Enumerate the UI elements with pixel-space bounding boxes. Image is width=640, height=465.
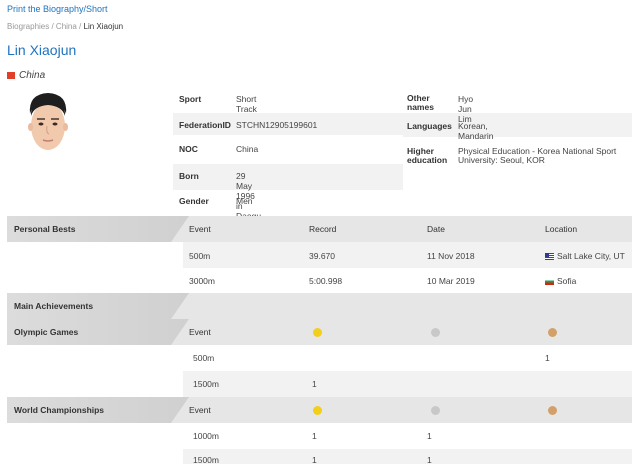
noc-label: NOC	[179, 144, 198, 154]
other-names-value: Hyo Jun Lim	[458, 94, 474, 124]
federation-value: STCHN12905199601	[236, 120, 318, 130]
world-championships-header: World Championships Event	[7, 397, 632, 423]
sport-label: Sport	[179, 94, 202, 104]
pb-location: Salt Lake City, UT	[545, 251, 625, 261]
other-names-label: Other names	[407, 93, 434, 112]
sport-value: Short Track	[236, 94, 257, 114]
pb-record: 39.670	[309, 251, 335, 261]
gold-medal-icon	[313, 328, 322, 337]
info-shade	[173, 164, 403, 190]
athlete-country: China	[7, 70, 45, 81]
olympic-gold-count: 1	[312, 379, 317, 389]
world-silver-count: 1	[427, 431, 432, 441]
gender-value: Men	[236, 196, 253, 206]
noc-value: China	[236, 144, 259, 154]
pb-location-text: Sofia	[557, 276, 577, 286]
languages-label: Languages	[407, 121, 452, 131]
pb-event: 500m	[189, 251, 211, 261]
languages-value: Korean, Mandarin	[458, 121, 494, 141]
pb-location-header: Location	[545, 224, 578, 234]
main-achievements-title: Main Achievements	[7, 293, 189, 319]
bulgaria-flag-icon	[545, 278, 554, 285]
breadcrumb-separator: /	[76, 22, 84, 31]
born-label: Born	[179, 171, 199, 181]
olympic-games-title: Olympic Games	[7, 319, 189, 345]
breadcrumb-biographies[interactable]: Biographies	[7, 22, 49, 31]
athlete-country-label: China	[19, 70, 46, 81]
silver-medal-icon	[431, 406, 440, 415]
education-label: Higher education	[407, 146, 448, 165]
pb-location-text: Salt Lake City, UT	[557, 251, 625, 261]
athlete-name: Lin Xiaojun	[7, 42, 77, 58]
olympic-event-header: Event	[189, 327, 211, 337]
olympic-event-link[interactable]: 1500m	[193, 379, 219, 389]
main-achievements-header: Main Achievements	[7, 293, 632, 319]
olympic-games-header: Olympic Games Event	[7, 319, 632, 345]
usa-flag-icon	[545, 253, 554, 260]
pb-event: 3000m	[189, 276, 215, 286]
olympic-event-link[interactable]: 500m	[193, 353, 214, 363]
breadcrumb-current: Lin Xiaojun	[83, 22, 124, 31]
breadcrumb: Biographies / China / Lin Xiaojun	[7, 22, 123, 31]
table-row	[183, 371, 632, 397]
world-championships-title: World Championships	[7, 397, 189, 423]
breadcrumb-china[interactable]: China	[56, 22, 77, 31]
print-biography-link[interactable]: Print the Biography/Short	[7, 4, 108, 14]
table-row	[183, 449, 632, 464]
bronze-medal-icon	[548, 406, 557, 415]
olympic-bronze-count: 1	[545, 353, 550, 363]
pb-date: 11 Nov 2018	[427, 251, 475, 261]
personal-bests-title: Personal Bests	[7, 216, 189, 242]
pb-date: 10 Mar 2019	[427, 276, 475, 286]
china-flag-icon	[7, 72, 15, 79]
breadcrumb-separator: /	[49, 22, 56, 31]
pb-location: Sofia	[545, 276, 576, 286]
personal-bests-header: Personal Bests Event Record Date Locatio…	[7, 216, 632, 242]
pb-date-header: Date	[427, 224, 445, 234]
federation-label: FederationID	[179, 120, 231, 130]
gold-medal-icon	[313, 406, 322, 415]
pb-record: 5:00.998	[309, 276, 343, 286]
pb-record-header: Record	[309, 224, 337, 234]
athlete-photo	[28, 93, 68, 150]
world-event-link[interactable]: 1000m	[193, 431, 219, 441]
world-event-header: Event	[189, 405, 211, 415]
world-gold-count: 1	[312, 431, 317, 441]
education-value: Physical Education - Korea National Spor…	[458, 146, 617, 165]
gender-label: Gender	[179, 196, 209, 206]
bronze-medal-icon	[548, 328, 557, 337]
pb-event-header: Event	[189, 224, 211, 234]
silver-medal-icon	[431, 328, 440, 337]
